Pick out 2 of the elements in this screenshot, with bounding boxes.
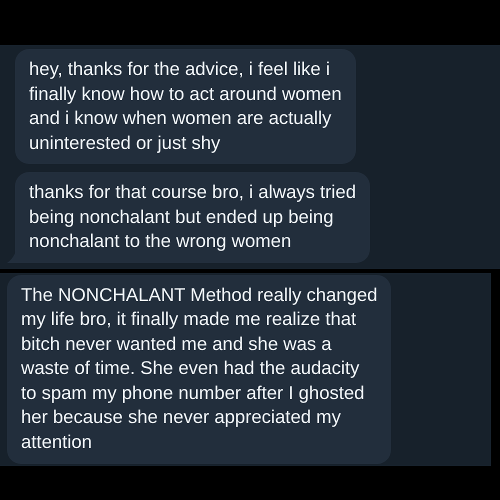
message-bubble: The NONCHALANT Method really changed my life bro, it finally made me realize that bitch never wanted me and she was a waste of time. She even had the audacity to spam my phone number after I ghosted her because she never appreciated my attention	[7, 274, 392, 464]
message-bubble: hey, thanks for the advice, i feel like i finally know how to act around women and i know when women are actually uninterested or just shy	[15, 49, 356, 164]
